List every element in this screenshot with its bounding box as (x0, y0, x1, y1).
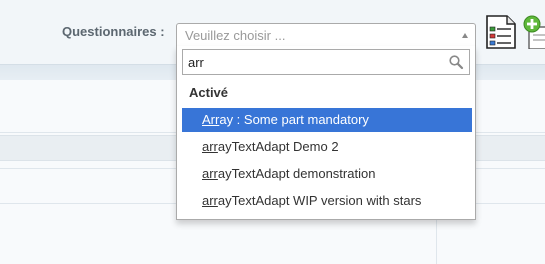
option-item[interactable]: arrayTextAdapt Demo 2 (182, 135, 472, 159)
option-item[interactable]: arrayTextAdapt demonstration (182, 162, 472, 186)
option-match: arr (202, 193, 218, 208)
select-placeholder: Veuillez choisir ... (185, 28, 286, 43)
option-match: arr (202, 139, 218, 154)
option-text: ayTextAdapt demonstration (217, 166, 376, 181)
search-icon (449, 55, 464, 70)
option-item[interactable]: arrayTextAdapt WIP version with stars (182, 189, 472, 213)
search-input[interactable] (183, 50, 443, 74)
option-text: ay : Some part mandatory (219, 112, 369, 127)
add-icon[interactable] (523, 15, 545, 49)
questionnaire-select[interactable]: Veuillez choisir ... (176, 23, 476, 47)
chevron-up-icon[interactable] (462, 33, 468, 38)
search-box[interactable] (182, 49, 470, 75)
option-text: ayTextAdapt Demo 2 (217, 139, 339, 154)
checklist-document-icon[interactable] (485, 15, 517, 49)
option-match: arr (202, 166, 218, 181)
option-item[interactable]: Array : Some part mandatory (182, 108, 472, 132)
questionnaires-label: Questionnaires : (62, 24, 165, 39)
option-text: ayTextAdapt WIP version with stars (217, 193, 422, 208)
select-dropdown: Activé Array : Some part mandatory array… (176, 46, 476, 220)
option-group-label: Activé (189, 85, 229, 100)
option-match: Arr (202, 112, 220, 127)
